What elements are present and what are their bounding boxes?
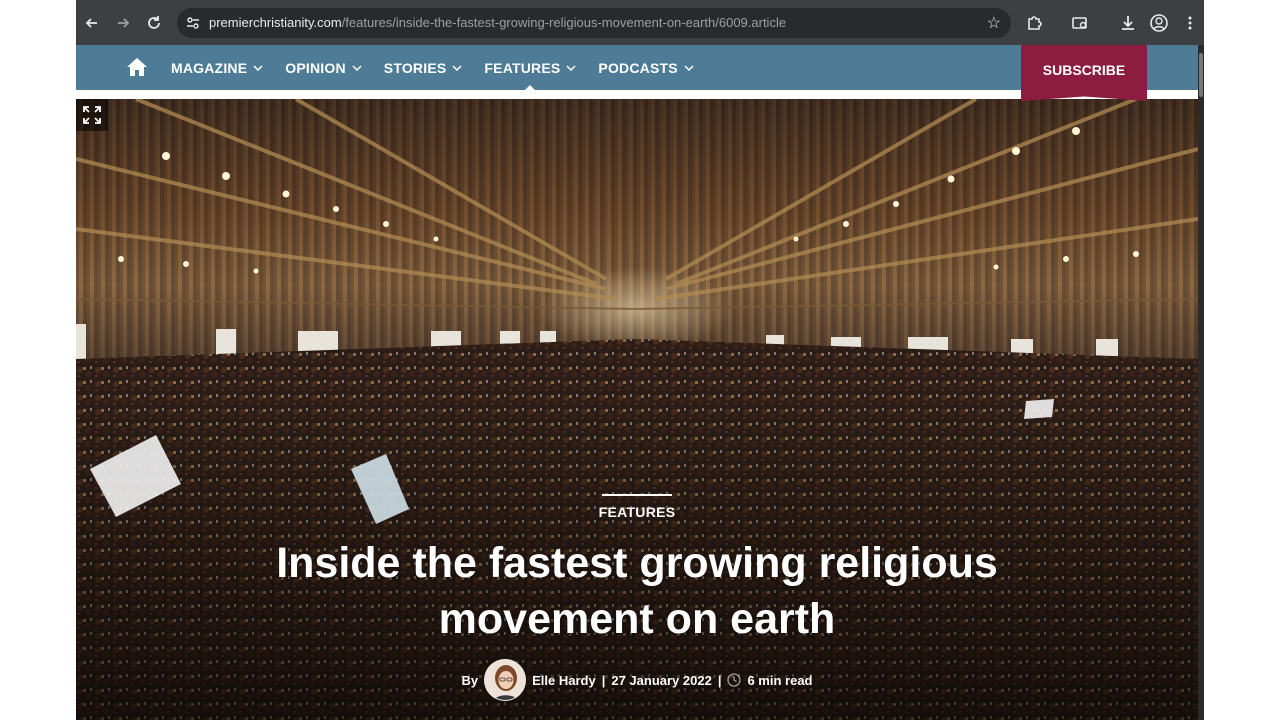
nav-item-stories[interactable]: STORIES (384, 45, 463, 90)
chevron-down-icon (566, 64, 576, 71)
puzzle-icon (1028, 16, 1042, 30)
kebab-menu-icon (1188, 16, 1192, 30)
byline-separator: | (601, 672, 606, 688)
expand-image-button[interactable] (76, 99, 108, 131)
extensions-button[interactable] (1022, 11, 1046, 35)
site-info-icon[interactable] (185, 15, 201, 31)
chevron-down-icon (253, 64, 263, 71)
url-path: /features/inside-the-fastest-growing-rel… (341, 15, 787, 30)
profile-button[interactable] (1147, 11, 1171, 35)
browser-toolbar: premierchristianity.com/features/inside-… (76, 0, 1204, 45)
publish-date: 27 January 2022 (611, 672, 712, 688)
author-avatar[interactable] (484, 659, 527, 701)
avatar-portrait (485, 660, 526, 700)
category-rule (602, 494, 672, 496)
nav-item-label: PODCASTS (598, 59, 678, 76)
chevron-down-icon (452, 64, 462, 71)
arrow-right-icon (118, 18, 130, 28)
nav-item-magazine[interactable]: MAGAZINE (171, 45, 263, 90)
article-byline: By Elle Hardy | 27 January 2022 | 6 min … (76, 659, 1198, 701)
download-icon (1122, 16, 1134, 30)
browser-window: premierchristianity.com/features/inside-… (76, 0, 1204, 720)
expand-icon (83, 106, 101, 124)
url-host: premierchristianity.com (209, 15, 342, 30)
nav-item-opinion[interactable]: OPINION (285, 45, 362, 90)
nav-item-podcasts[interactable]: PODCASTS (598, 45, 694, 90)
subscribe-button[interactable]: SUBSCRIBE (1021, 45, 1147, 101)
cast-button[interactable] (1068, 11, 1092, 35)
address-bar[interactable]: premierchristianity.com/features/inside-… (177, 8, 1011, 38)
byline-separator: | (717, 672, 722, 688)
nav-item-features[interactable]: FEATURES (484, 45, 576, 90)
byline-prefix: By (461, 672, 479, 688)
clock-icon (727, 673, 742, 687)
reload-icon (148, 16, 160, 29)
page-scrollbar[interactable] (1198, 45, 1204, 720)
downloads-button[interactable] (1116, 11, 1140, 35)
bookmark-button[interactable]: ☆ (987, 13, 1001, 33)
main-menu: MAGAZINE OPINION STORIES FEATURES PODCAS… (171, 45, 716, 90)
url-text: premierchristianity.com/features/inside-… (209, 15, 786, 30)
article-title: Inside the fastest growing religious mov… (276, 539, 998, 643)
forward-button[interactable] (111, 11, 135, 35)
hero-image: FEATURES Inside the fastest growing reli… (76, 99, 1198, 720)
back-button[interactable] (80, 11, 104, 35)
scrollbar-thumb[interactable] (1199, 53, 1203, 97)
browser-menu-button[interactable] (1178, 11, 1202, 35)
author-name[interactable]: Elle Hardy (532, 673, 596, 688)
nav-item-label: STORIES (383, 59, 447, 76)
nav-item-label: MAGAZINE (171, 59, 248, 76)
cast-search-icon (1072, 17, 1087, 29)
home-icon[interactable] (126, 57, 148, 77)
chevron-down-icon (352, 64, 362, 71)
nav-item-label: OPINION (285, 59, 346, 76)
article-category[interactable]: FEATURES (76, 494, 1198, 522)
read-time: 6 min read (747, 672, 813, 688)
nav-item-label: FEATURES (484, 59, 561, 76)
arrow-left-icon (85, 18, 97, 28)
star-icon: ☆ (986, 15, 1001, 32)
category-label: FEATURES (598, 504, 676, 520)
chevron-down-icon (684, 64, 694, 71)
reload-button[interactable] (142, 11, 166, 35)
profile-icon (1150, 14, 1168, 32)
